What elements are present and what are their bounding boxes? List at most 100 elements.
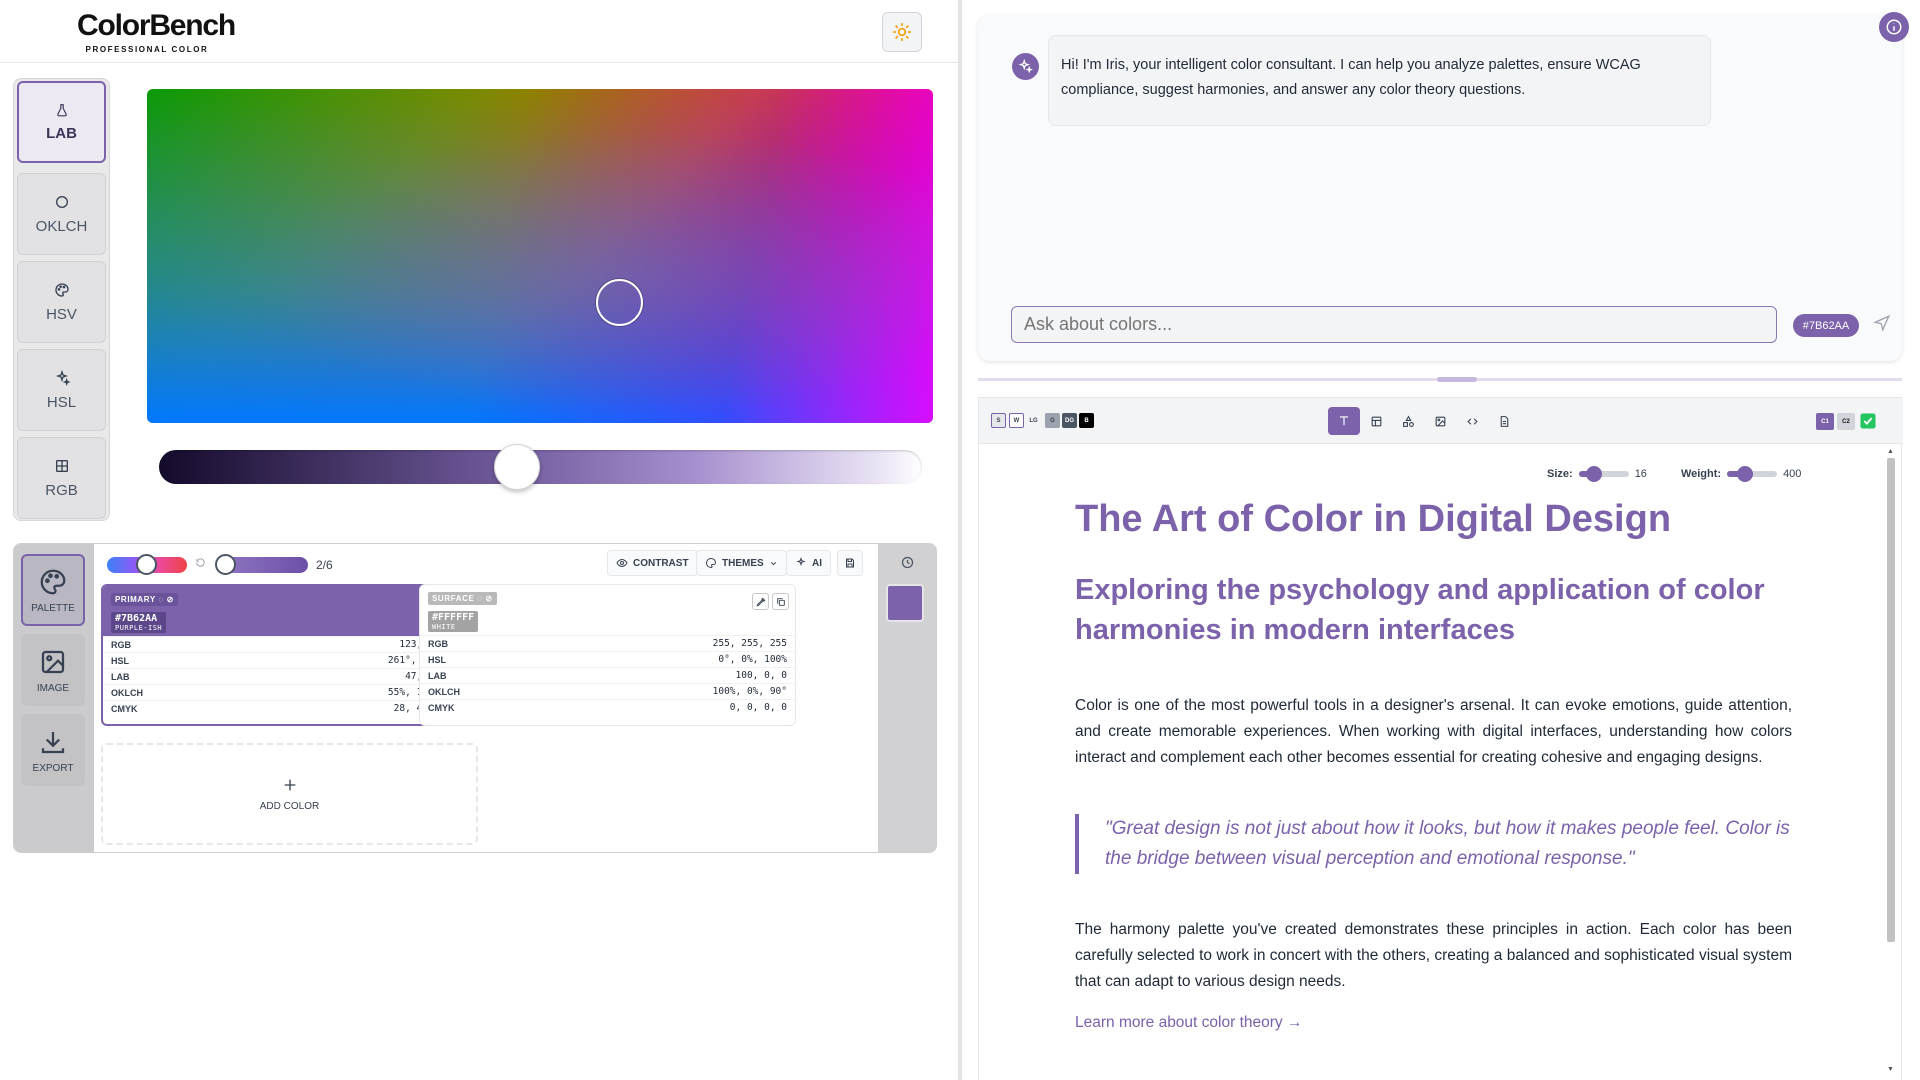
sparkles-icon bbox=[1018, 59, 1033, 74]
lightness-slider[interactable] bbox=[159, 450, 922, 484]
bg-option-gray[interactable]: G bbox=[1045, 413, 1060, 428]
assistant-message: Hi! I'm Iris, your intelligent color con… bbox=[1048, 35, 1711, 126]
save-button[interactable] bbox=[837, 550, 863, 576]
palette-icon bbox=[705, 557, 717, 569]
preview-article: The Art of Color in Digital Design Explo… bbox=[1075, 496, 1792, 1032]
info-icon bbox=[1885, 18, 1903, 36]
side-tool-label: PALETTE bbox=[31, 602, 75, 614]
contrast-label: CONTRAST bbox=[633, 557, 689, 569]
bg-option-white[interactable]: W bbox=[1009, 413, 1024, 428]
value-row: CMYK 0, 0, 0, 0 bbox=[420, 699, 795, 715]
sun-icon bbox=[892, 22, 912, 42]
scroll-up-icon[interactable]: ▲ bbox=[1887, 448, 1894, 455]
mode-lab-button[interactable]: LAB bbox=[17, 81, 106, 163]
theme-toggle-button[interactable] bbox=[882, 12, 922, 52]
export-tab-button[interactable]: EXPORT bbox=[21, 714, 85, 786]
current-color-chip[interactable]: #7B62AA bbox=[1793, 314, 1859, 337]
weight-slider[interactable] bbox=[1727, 466, 1778, 482]
palette-tab-button[interactable]: PALETTE bbox=[21, 554, 85, 626]
color-picker-area[interactable] bbox=[147, 89, 933, 423]
view-document-button[interactable] bbox=[1488, 407, 1520, 435]
download-icon bbox=[38, 727, 68, 757]
code-icon bbox=[1466, 415, 1479, 428]
color-toggle-c1[interactable]: C1 bbox=[1816, 413, 1834, 430]
size-label: Size: bbox=[1547, 468, 1573, 480]
view-text-button[interactable] bbox=[1328, 407, 1360, 435]
eyedropper-button[interactable] bbox=[752, 593, 769, 610]
preview-panel: S W LG G DG B C1 C2 Size: 16 Weight: 400… bbox=[978, 397, 1903, 1080]
bg-option-surface[interactable]: S bbox=[991, 413, 1006, 428]
contrast-button[interactable]: CONTRAST bbox=[607, 550, 698, 576]
sparkles-icon bbox=[795, 557, 807, 569]
color-toggle-c2[interactable]: C2 bbox=[1837, 413, 1855, 430]
color-count-thumb[interactable] bbox=[215, 554, 236, 575]
image-tab-button[interactable]: IMAGE bbox=[21, 634, 85, 706]
add-color-button[interactable]: ADD COLOR bbox=[101, 743, 478, 845]
mode-hsl-button[interactable]: HSL bbox=[17, 349, 106, 431]
lightness-slider-thumb[interactable] bbox=[494, 444, 540, 490]
check-icon[interactable] bbox=[1859, 412, 1877, 430]
scrollbar-thumb[interactable] bbox=[1887, 458, 1895, 942]
side-tool-label: IMAGE bbox=[36, 682, 70, 694]
preview-scrollbar[interactable]: ▲ ▼ bbox=[1885, 448, 1897, 1078]
ai-label: AI bbox=[812, 557, 822, 569]
grid-icon bbox=[54, 458, 70, 474]
weight-value: 400 bbox=[1783, 468, 1802, 480]
reset-icon[interactable] bbox=[195, 557, 206, 568]
value-row: RGB 255, 255, 255 bbox=[420, 635, 795, 651]
logo: ColorBench PROFESSIONAL COLOR bbox=[77, 9, 236, 55]
eye-icon bbox=[616, 557, 628, 569]
mode-label: HSV bbox=[46, 305, 77, 323]
chat-input[interactable] bbox=[1011, 306, 1777, 343]
document-icon bbox=[1498, 415, 1511, 428]
size-slider[interactable] bbox=[1578, 466, 1629, 482]
size-value: 16 bbox=[1634, 468, 1647, 480]
send-icon[interactable] bbox=[1873, 314, 1891, 332]
layout-icon bbox=[1370, 415, 1383, 428]
mode-label: LAB bbox=[46, 124, 77, 142]
mode-label: OKLCH bbox=[35, 217, 88, 235]
themes-label: THEMES bbox=[722, 557, 764, 569]
chat-panel: Hi! I'm Iris, your intelligent color con… bbox=[978, 15, 1902, 361]
type-icon bbox=[1337, 414, 1351, 428]
view-image-button[interactable] bbox=[1424, 407, 1456, 435]
color-picker-cursor[interactable] bbox=[596, 279, 643, 326]
learn-more-link[interactable]: Learn more about color theory → bbox=[1075, 1014, 1792, 1032]
role-badge: SURFACE ◌ ⊘ bbox=[428, 592, 497, 605]
assistant-avatar bbox=[1012, 53, 1039, 80]
history-icon[interactable] bbox=[900, 555, 915, 570]
plus-icon bbox=[282, 777, 298, 793]
article-subtitle: Exploring the psychology and application… bbox=[1075, 574, 1765, 646]
view-layout-button[interactable] bbox=[1360, 407, 1392, 435]
view-code-button[interactable] bbox=[1456, 407, 1488, 435]
mode-oklch-button[interactable]: OKLCH bbox=[17, 173, 106, 255]
shapes-icon bbox=[1402, 415, 1415, 428]
side-tool-label: EXPORT bbox=[32, 762, 74, 774]
bg-option-dark-gray[interactable]: DG bbox=[1062, 413, 1077, 428]
harmony-hue-thumb[interactable] bbox=[136, 554, 157, 575]
value-row: LAB 100, 0, 0 bbox=[420, 667, 795, 683]
color-card-surface[interactable]: SURFACE ◌ ⊘ #FFFFFF WHITE RGB 255, 255, … bbox=[419, 584, 796, 726]
size-slider-thumb[interactable] bbox=[1585, 466, 1602, 482]
info-button[interactable] bbox=[1879, 12, 1909, 42]
logo-text: ColorBench bbox=[77, 9, 236, 42]
bg-option-light-gray[interactable]: LG bbox=[1026, 413, 1041, 428]
color-space-selector: LAB OKLCH HSV HSL RGB bbox=[13, 78, 110, 521]
mode-rgb-button[interactable]: RGB bbox=[17, 437, 106, 519]
ai-button[interactable]: AI bbox=[786, 550, 831, 576]
palette-side-tools: PALETTE IMAGE EXPORT bbox=[14, 544, 94, 852]
eyedropper-icon bbox=[756, 597, 766, 607]
mode-hsv-button[interactable]: HSV bbox=[17, 261, 106, 343]
copy-button[interactable] bbox=[772, 593, 789, 610]
scroll-down-icon[interactable]: ▼ bbox=[1887, 1066, 1894, 1073]
article-paragraph: The harmony palette you've created demon… bbox=[1075, 921, 1792, 990]
resize-grip[interactable] bbox=[1437, 377, 1477, 382]
bg-option-black[interactable]: B bbox=[1079, 413, 1094, 428]
weight-label: Weight: bbox=[1680, 468, 1722, 480]
weight-slider-thumb[interactable] bbox=[1736, 466, 1753, 482]
view-shapes-button[interactable] bbox=[1392, 407, 1424, 435]
themes-dropdown[interactable]: THEMES bbox=[696, 550, 787, 576]
history-swatch[interactable] bbox=[886, 584, 924, 622]
copy-icon bbox=[776, 597, 786, 607]
color-values: RGB 255, 255, 255 HSL 0°, 0%, 100% LAB 100,… bbox=[420, 635, 795, 715]
